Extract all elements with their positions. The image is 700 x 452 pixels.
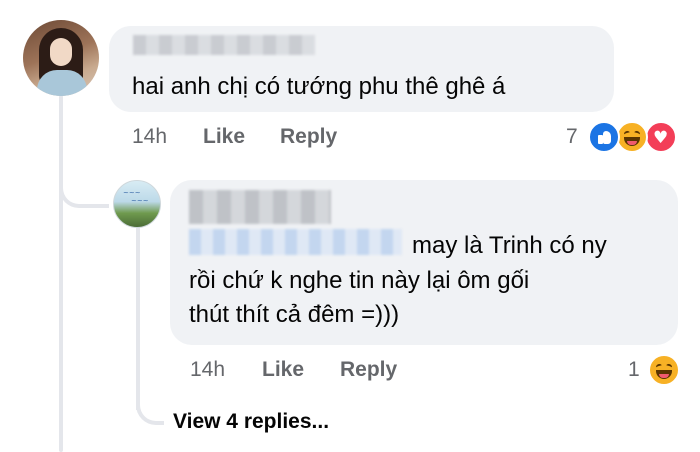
comment-reply-button[interactable]: Reply: [280, 125, 337, 149]
reply-like-button[interactable]: Like: [262, 358, 304, 382]
commenter-name-blurred[interactable]: [133, 35, 315, 55]
love-reaction-icon[interactable]: ♥: [645, 121, 677, 153]
mention-tag-blurred[interactable]: [189, 229, 402, 255]
reply-text-line: thút thít cả đêm =))): [189, 301, 400, 328]
like-reaction-icon[interactable]: [588, 121, 620, 153]
avatar-face: [50, 38, 72, 66]
comment-reaction-count[interactable]: 7: [566, 125, 578, 149]
replier-name-blurred[interactable]: [189, 190, 331, 224]
comment-text: hai anh chị có tướng phu thê ghê á: [132, 73, 506, 100]
haha-reaction-icon[interactable]: [616, 121, 648, 153]
avatar-logo-text: ~~~: [123, 189, 141, 197]
reply-connector-curve: [59, 170, 109, 208]
view-replies-link[interactable]: View 4 replies...: [173, 410, 329, 434]
comment-timestamp[interactable]: 14h: [132, 125, 167, 149]
view-replies-connector-curve: [136, 380, 164, 425]
reply-reaction-count[interactable]: 1: [628, 358, 640, 382]
reply-reply-button[interactable]: Reply: [340, 358, 397, 382]
avatar-body: [37, 70, 87, 96]
reply-text-line: rồi chứ k nghe tin này lại ôm gối: [189, 267, 530, 294]
avatar-logo-text: ~~~: [131, 197, 149, 205]
reply-timestamp[interactable]: 14h: [190, 358, 225, 382]
reply-text-line: may là Trinh có ny: [412, 232, 607, 259]
haha-reaction-icon[interactable]: [648, 354, 680, 386]
replier-avatar[interactable]: ~~~ ~~~: [113, 180, 161, 228]
thread-connector-line: [59, 95, 63, 452]
commenter-avatar[interactable]: [23, 20, 99, 96]
comment-like-button[interactable]: Like: [203, 125, 245, 149]
